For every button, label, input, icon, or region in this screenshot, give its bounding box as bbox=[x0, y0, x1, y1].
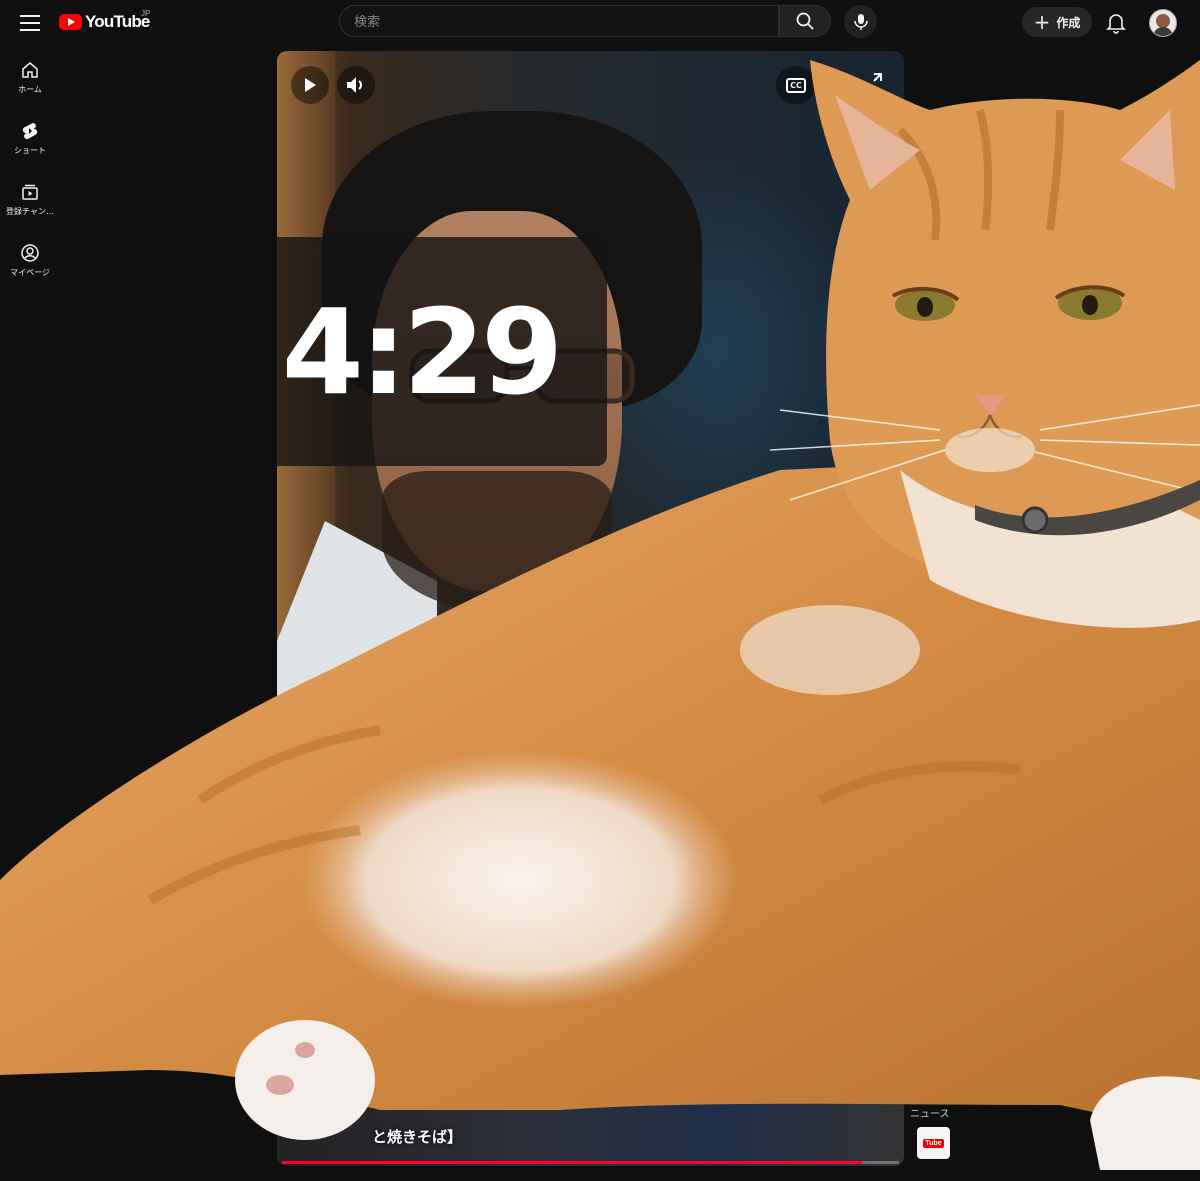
volume-button[interactable] bbox=[337, 66, 375, 104]
fullscreen-icon[interactable] bbox=[860, 71, 884, 95]
youtube-play-icon bbox=[59, 14, 82, 30]
voice-search-button[interactable] bbox=[844, 5, 877, 38]
sidebar-item-shorts[interactable]: ショート bbox=[0, 105, 60, 166]
countdown-timer-panel: 4:29 bbox=[277, 237, 607, 466]
account-avatar[interactable] bbox=[1149, 9, 1177, 37]
sidebar-item-label: ホーム bbox=[18, 85, 42, 94]
progress-bar[interactable] bbox=[282, 1161, 899, 1164]
search-box[interactable] bbox=[339, 5, 779, 37]
microphone-icon bbox=[853, 13, 868, 30]
search-button[interactable] bbox=[779, 5, 831, 37]
shorts-icon bbox=[22, 123, 38, 140]
youtube-logo[interactable]: YouTube bbox=[59, 11, 150, 33]
sidebar: ホーム ショート 登録チャン… マイページ bbox=[0, 44, 60, 288]
logo-text: YouTube bbox=[85, 12, 150, 31]
sidebar-item-home[interactable]: ホーム bbox=[0, 44, 60, 105]
sidebar-item-label: ショート bbox=[14, 146, 46, 155]
person-beard bbox=[382, 471, 612, 611]
you-icon bbox=[21, 244, 39, 262]
notifications-bell-icon[interactable] bbox=[1104, 10, 1128, 34]
video-player[interactable]: CC 4:29 と焼きそば】 bbox=[277, 51, 904, 1166]
home-icon bbox=[22, 62, 38, 78]
progress-fill bbox=[282, 1161, 862, 1164]
sidebar-item-label: 登録チャン… bbox=[6, 207, 54, 216]
play-icon bbox=[305, 78, 316, 92]
play-button[interactable] bbox=[291, 66, 329, 104]
create-label: 作成 bbox=[1056, 15, 1081, 30]
volume-icon bbox=[347, 77, 362, 93]
region-code: JP bbox=[141, 9, 151, 18]
channel-label: ニュース bbox=[910, 1109, 950, 1120]
video-title-caption[interactable]: と焼きそば】 bbox=[372, 1126, 462, 1147]
top-bar: YouTube JP + 作成 bbox=[0, 0, 1200, 44]
search-input[interactable] bbox=[340, 6, 768, 36]
captions-button[interactable]: CC bbox=[776, 66, 816, 104]
plus-icon: + bbox=[1033, 10, 1051, 34]
create-button[interactable]: + 作成 bbox=[1022, 7, 1092, 37]
countdown-timer: 4:29 bbox=[281, 282, 564, 421]
search-icon bbox=[796, 12, 814, 30]
channel-logo[interactable]: Tube bbox=[917, 1127, 950, 1159]
sidebar-item-you[interactable]: マイページ bbox=[0, 227, 60, 288]
closed-captions-icon: CC bbox=[786, 77, 806, 93]
menu-icon[interactable] bbox=[18, 10, 42, 34]
channel-logo-mark: Tube bbox=[923, 1138, 944, 1148]
sidebar-item-subscriptions[interactable]: 登録チャン… bbox=[0, 166, 60, 227]
sidebar-item-label: マイページ bbox=[10, 268, 50, 277]
subscriptions-icon bbox=[22, 184, 38, 200]
